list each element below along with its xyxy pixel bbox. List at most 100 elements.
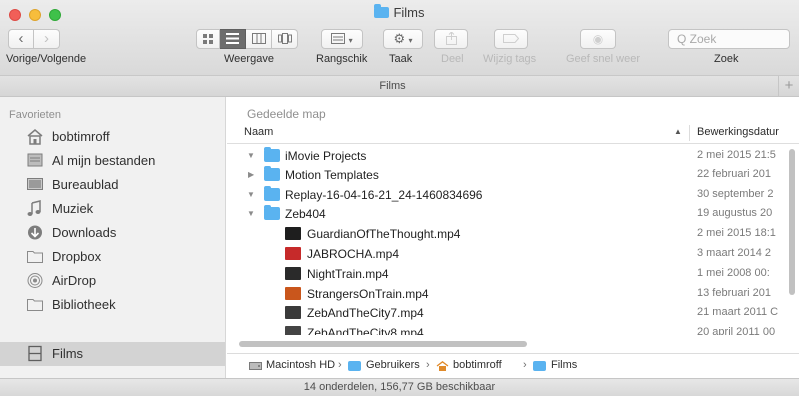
file-name: JABROCHA.mp4 [307,247,400,261]
forward-button[interactable]: › [34,29,60,49]
file-date: 30 september 2 [697,188,774,200]
quick-look-label: Geef snel weer [566,53,640,65]
sidebar-item-desktop[interactable]: Bureaublad [0,173,225,197]
folder-icon [374,4,390,18]
column-view-button[interactable] [246,29,272,49]
table-row[interactable]: ZebAndTheCity7.mp4 21 maart 2011 C [227,303,799,323]
table-row[interactable]: NightTrain.mp4 1 mei 2008 00: [227,264,799,284]
horizontal-scrollbar[interactable] [239,341,527,347]
file-date: 1 mei 2008 00: [697,267,770,279]
tag-icon [503,34,520,43]
sidebar-item-airdrop[interactable]: AirDrop [0,269,225,293]
movie-thumbnail-icon [285,306,301,319]
path-item-films[interactable]: Films [551,359,577,371]
table-row[interactable]: ZebAndTheCity8.mp4 20 april 2011 00 [227,323,799,335]
airdrop-icon [27,273,43,288]
sidebar-item-films[interactable]: Films [0,342,225,366]
view-mode-control [196,29,298,49]
disclosure-collapsed-icon[interactable]: ▶ [248,170,254,179]
plus-icon: + [784,77,794,94]
sidebar-item-label: Al mijn bestanden [52,153,156,168]
music-icon [27,200,41,216]
finder-window: Films ‹ › Vorige/Volgende Weergave ▾ Ran… [0,0,799,396]
file-name: Zeb404 [285,207,326,221]
disclosure-expanded-icon[interactable]: ▼ [247,190,255,199]
chevron-down-icon: ▾ [408,36,413,45]
movie-thumbnail-icon [285,247,301,260]
sidebar-item-label: Bibliotheek [52,297,116,312]
file-date: 21 maart 2011 C [697,306,779,318]
sidebar-item-music[interactable]: Muziek [0,197,225,221]
path-item-gebruikers[interactable]: Gebruikers [366,359,420,371]
share-button[interactable] [434,29,468,49]
table-row[interactable]: ▼ Zeb404 19 augustus 20 [227,204,799,224]
path-separator: › [523,359,527,371]
sort-ascending-icon: ▲ [674,127,682,136]
action-button[interactable]: ⚙ ▾ [383,29,423,49]
sidebar-item-downloads[interactable]: Downloads [0,221,225,245]
cover-flow-button[interactable] [272,29,298,49]
list-view-button[interactable] [220,29,246,49]
arrange-button[interactable]: ▾ [321,29,363,49]
table-row[interactable]: GuardianOfTheThought.mp4 2 mei 2015 18:1 [227,224,799,244]
folder-icon [348,361,361,371]
disclosure-expanded-icon[interactable]: ▼ [247,209,255,218]
column-divider[interactable] [689,125,690,141]
films-icon [28,345,42,362]
home-icon [436,361,449,371]
file-date: 2 mei 2015 21:5 [697,149,776,161]
gear-icon: ⚙ [393,31,406,46]
column-header: Naam ▲ Bewerkingsdatur [227,122,799,144]
disclosure-expanded-icon[interactable]: ▼ [247,151,255,160]
folder-icon [264,166,280,181]
vertical-scrollbar[interactable] [789,149,795,295]
sidebar-item-all-files[interactable]: Al mijn bestanden [0,149,225,173]
sidebar-item-library[interactable]: Bibliotheek [0,293,225,317]
shared-folder-label: Gedeelde map [247,107,326,121]
sidebar-item-dropbox[interactable]: Dropbox [0,245,225,269]
table-row[interactable]: ▼ Replay-16-04-16-21_24-1460834696 30 se… [227,185,799,205]
downloads-icon [28,225,42,240]
table-row[interactable]: StrangersOnTrain.mp4 13 februari 201 [227,284,799,304]
share-label: Deel [441,53,464,65]
chevron-down-icon: ▾ [348,36,353,45]
search-input[interactable]: Q Zoek [668,29,790,49]
sidebar-section-favorites: Favorieten [9,109,61,121]
folder-icon [533,361,546,371]
movie-thumbnail-icon [285,267,301,280]
all-files-icon [27,153,43,167]
sidebar-item-bobtimroff[interactable]: bobtimroff [0,125,225,149]
nav-label: Vorige/Volgende [6,53,87,65]
edit-tags-label: Wijzig tags [483,53,537,65]
path-item-bobtimroff[interactable]: bobtimroff [453,359,502,371]
toolbar: Films ‹ › Vorige/Volgende Weergave ▾ Ran… [0,0,799,76]
path-bar: Macintosh HD › Gebruikers › bobtimroff ›… [227,353,799,378]
icon-view-button[interactable] [196,29,220,49]
tab-films[interactable]: Films [0,80,785,92]
search-label: Zoek [714,53,739,65]
home-icon [27,129,43,145]
chevron-right-icon: › [44,30,49,47]
add-tab-button[interactable]: + [778,76,799,97]
sidebar-item-label: bobtimroff [52,129,110,144]
sidebar: Favorieten bobtimroff Al mijn bestanden … [0,97,226,378]
file-date: 20 april 2011 00 [697,326,776,335]
name-column-header[interactable]: Naam [244,126,273,138]
date-modified-column-header[interactable]: Bewerkingsdatur [697,126,779,138]
edit-tags-button[interactable] [494,29,528,49]
movie-thumbnail-icon [285,227,301,240]
table-row[interactable]: JABROCHA.mp4 3 maart 2014 2 [227,244,799,264]
table-row[interactable]: ▼ iMovie Projects 2 mei 2015 21:5 [227,146,799,166]
file-date: 13 februari 201 [697,287,771,299]
back-button[interactable]: ‹ [8,29,34,49]
status-bar: 14 onderdelen, 156,77 GB beschikbaar [0,378,799,396]
file-date: 22 februari 201 [697,168,771,180]
table-row[interactable]: ▶ Motion Templates 22 februari 201 [227,165,799,185]
path-separator: › [338,359,342,371]
file-date: 3 maart 2014 2 [697,247,771,259]
quick-look-button[interactable]: ◉ [580,29,616,49]
path-item-macintosh-hd[interactable]: Macintosh HD [266,359,335,371]
sidebar-item-label: Downloads [52,225,117,240]
sidebar-item-label: Films [52,346,84,361]
columns-icon [251,33,266,44]
